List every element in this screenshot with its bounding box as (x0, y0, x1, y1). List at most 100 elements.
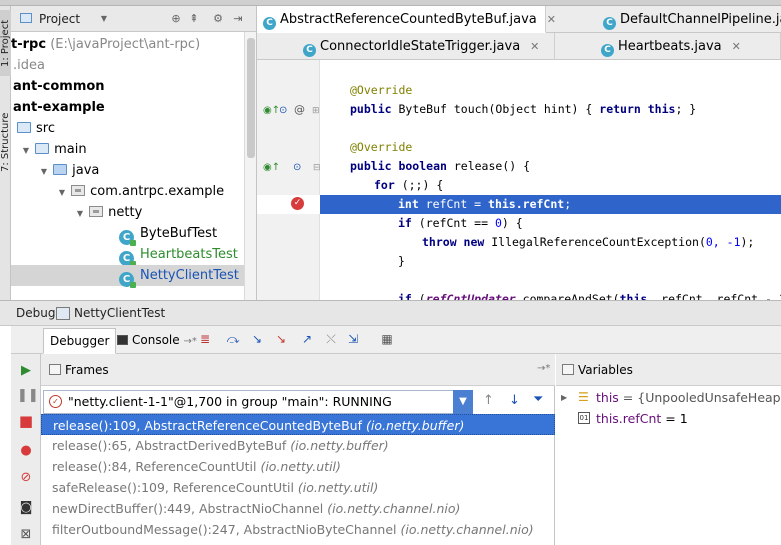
tree-item-netty[interactable]: ▼ netty (11, 202, 256, 224)
code-line: if (refCnt == 0) { (320, 214, 781, 233)
tab-label: AbstractReferenceCountedByteBuf.java (280, 12, 537, 27)
class-icon: C (263, 17, 276, 30)
tree-item-ant-common[interactable]: ant-common (11, 76, 256, 97)
mute-breakpoints-icon[interactable]: ⊘ (17, 469, 35, 487)
thread-selector[interactable]: ✓ "netty.client-1-1"@1,700 in group "mai… (43, 390, 473, 414)
expand-arrow-icon[interactable]: ▼ (21, 140, 31, 161)
variable-row[interactable]: 01 this.refCnt = 1 (556, 408, 781, 429)
class-icon: C (119, 230, 136, 246)
chevron-down-icon[interactable]: ▼ (453, 390, 473, 414)
gear-icon[interactable]: ⚙ (211, 12, 225, 26)
code-line: throw new IllegalReferenceCountException… (320, 233, 781, 252)
restore-layout-icon[interactable]: ⊠ (17, 526, 35, 544)
step-into-icon[interactable]: ↘ (249, 331, 265, 347)
tree-item-com-antrpc-example[interactable]: ▼ com.antrpc.example (11, 181, 256, 203)
hide-icon[interactable]: ⇥ (231, 12, 245, 26)
left-tool-strip: 1: Project 7: Structure (0, 6, 11, 300)
tab-debugger[interactable]: Debugger (43, 328, 117, 354)
run-config-name[interactable]: NettyClientTest (74, 306, 165, 320)
collapse-icon[interactable]: ⇞ (187, 12, 201, 26)
breakpoint-icon[interactable]: ✓ (291, 197, 304, 210)
tab-defaultchannelpipeline[interactable]: C DefaultChannelPipeline.java (597, 6, 781, 33)
close-icon[interactable]: ✕ (547, 13, 556, 26)
tree-item-nettyclienttest[interactable]: C NettyClientTest (11, 265, 256, 288)
project-panel-title[interactable]: Project (39, 12, 80, 26)
close-icon[interactable]: ✕ (732, 40, 741, 53)
force-step-into-icon[interactable]: ↘ (273, 331, 289, 347)
arrow-up-icon[interactable]: ↑ (483, 393, 494, 408)
package-icon (89, 206, 104, 217)
breakpoint-param-icon[interactable]: ⊙ (293, 162, 301, 174)
sync-icon[interactable]: ⊕ (169, 12, 183, 26)
debug-side-toolbar: ▶ ❚❚ ■ ● ⊘ ◙ ⊠ (11, 354, 41, 545)
tree-item-project-root[interactable]: t-rpc (E:\javaProject\ant-rpc) (11, 34, 256, 55)
tab-heartbeats[interactable]: C Heartbeats.java ✕ (595, 33, 781, 60)
code-token: this (619, 292, 648, 300)
editor-gutter[interactable]: ◉↑ ⊙ @ ⊞ ◉↑ ⊙ ⊟ ✓ (257, 60, 321, 300)
tree-item-main[interactable]: ▼ main (11, 139, 256, 161)
overrides-icon[interactable]: ◉↑ (263, 105, 280, 117)
run-to-cursor-icon[interactable]: ⇲ (345, 331, 361, 347)
tree-item-src[interactable]: src (11, 118, 256, 139)
structure-tool-tab[interactable]: 7: Structure (0, 102, 11, 182)
folder-icon (35, 143, 50, 154)
tab-abstractreferencecountedbytebuf[interactable]: C AbstractReferenceCountedByteBuf.java ✕ (257, 6, 556, 33)
tab-connectoridlestatetrigger[interactable]: C ConnectorIdleStateTrigger.java ✕ (297, 33, 555, 60)
variable-row[interactable]: ▶ ☰ this = {UnpooledUnsafeHeapBy (556, 387, 781, 408)
tree-item-bytebuftest[interactable]: C ByteBufTest (11, 223, 256, 246)
scrollbar-thumb[interactable] (247, 38, 255, 158)
code-token: 0 (494, 216, 502, 230)
project-panel: Project ▼ ⊕ ⇞ ⚙ ⇥ t-rpc (E:\javaProject\… (11, 6, 257, 300)
frame-row[interactable]: release():84, ReferenceCountUtil (io.net… (41, 456, 555, 477)
stop-icon[interactable]: ■ (17, 412, 35, 430)
camera-icon[interactable]: ◙ (17, 499, 35, 517)
frame-row[interactable]: release():109, AbstractReferenceCountedB… (41, 414, 555, 435)
tree-item-label: ant-example (13, 100, 105, 115)
code-token: return (599, 102, 641, 116)
project-tool-tab[interactable]: 1: Project (0, 10, 11, 76)
code-line-current: int refCnt = this.refCnt; (320, 195, 781, 214)
tree-item-label: ant-common (13, 79, 105, 94)
tree-item-heartbeatstest[interactable]: C HeartbeatsTest (11, 244, 256, 267)
filter-icon[interactable]: ⏷ (533, 392, 543, 407)
frame-package: (io.netty.channel.nio) (327, 501, 461, 516)
drop-frame-icon[interactable]: ⤬ (323, 331, 339, 347)
editor-tab-row-2: C ConnectorIdleStateTrigger.java ✕ C Heartb… (257, 33, 781, 60)
project-scrollbar[interactable] (244, 32, 256, 300)
variable-value: = {UnpooledUnsafeHeapBy (622, 390, 781, 405)
chevron-right-icon[interactable]: ▶ (561, 387, 567, 408)
tab-console[interactable]: Console →* (111, 328, 203, 354)
tree-item-java[interactable]: ▼ java (11, 160, 256, 182)
variables-header: Variables (556, 354, 781, 386)
tree-item-ant-example[interactable]: ant-example (11, 97, 256, 118)
resume-icon[interactable]: ▶ (17, 362, 35, 380)
arrow-down-icon[interactable]: ↓ (509, 393, 520, 408)
step-out-icon[interactable]: ↗ (299, 331, 315, 347)
evaluate-expression-icon[interactable]: ▦ (379, 331, 395, 347)
frame-row[interactable]: filterOutboundMessage():247, AbstractNio… (41, 519, 555, 540)
close-icon[interactable]: ✕ (530, 40, 539, 53)
expand-arrow-icon[interactable]: ▼ (57, 182, 67, 203)
show-execution-point-icon[interactable]: ≣ (197, 331, 213, 347)
frame-row[interactable]: newDirectBuffer():449, AbstractNioChanne… (41, 498, 555, 519)
fold-icon[interactable]: ⊞ (312, 105, 320, 117)
expand-arrow-icon[interactable]: ▼ (39, 161, 49, 182)
code-line: public ByteBuf touch(Object hint) { retu… (320, 100, 781, 119)
step-over-icon[interactable]: ⤼ (225, 331, 241, 347)
frames-panel: Frames →* ✓ "netty.client-1-1"@1,700 in … (41, 354, 555, 545)
debug-title: Debug (16, 306, 56, 320)
pause-icon[interactable]: ❚❚ (17, 387, 39, 405)
pin-icon[interactable]: →* (537, 363, 550, 374)
ide-window: 1: Project 7: Structure Project ▼ ⊕ ⇞ ⚙ … (0, 0, 781, 545)
frame-row[interactable]: safeRelease():109, ReferenceCountUtil (i… (41, 477, 555, 498)
frame-row[interactable]: release():65, AbstractDerivedByteBuf (io… (41, 435, 555, 456)
tree-item-idea[interactable]: .idea (11, 55, 256, 76)
expand-arrow-icon[interactable]: ▼ (75, 203, 85, 224)
view-breakpoints-icon[interactable]: ● (17, 442, 35, 460)
overrides-icon[interactable]: ◉↑ (263, 162, 280, 174)
code-token: ByteBuf touch(Object hint) { (391, 102, 600, 116)
chevron-down-icon[interactable]: ▼ (97, 12, 111, 26)
breakpoint-param-icon[interactable]: ⊙ (279, 105, 287, 117)
code-area[interactable]: @Override public ByteBuf touch(Object hi… (320, 60, 781, 300)
package-icon (71, 185, 86, 196)
